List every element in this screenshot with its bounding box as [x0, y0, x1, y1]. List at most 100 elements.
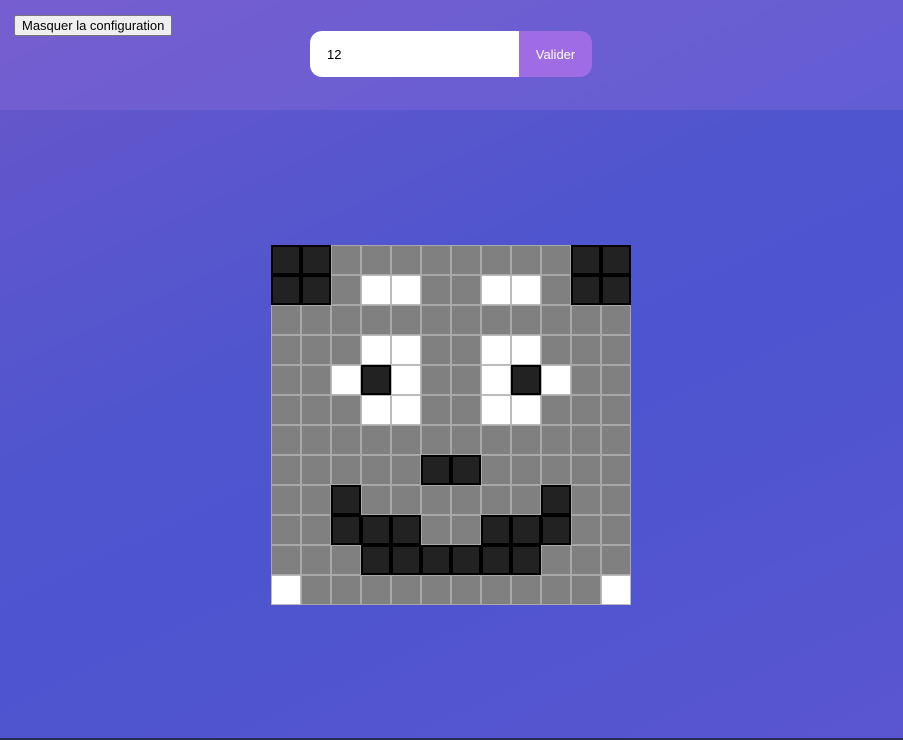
- grid-cell[interactable]: [331, 335, 361, 365]
- grid-cell[interactable]: [601, 365, 631, 395]
- grid-cell[interactable]: [391, 305, 421, 335]
- grid-cell[interactable]: [571, 575, 601, 605]
- grid-cell[interactable]: [481, 485, 511, 515]
- grid-cell[interactable]: [511, 275, 541, 305]
- grid-cell[interactable]: [271, 395, 301, 425]
- grid-cell[interactable]: [331, 575, 361, 605]
- grid-cell[interactable]: [511, 545, 541, 575]
- grid-cell[interactable]: [541, 455, 571, 485]
- grid-cell[interactable]: [361, 485, 391, 515]
- grid-cell[interactable]: [451, 545, 481, 575]
- grid-cell[interactable]: [571, 245, 601, 275]
- grid-cell[interactable]: [511, 305, 541, 335]
- grid-cell[interactable]: [511, 335, 541, 365]
- grid-cell[interactable]: [391, 425, 421, 455]
- grid-cell[interactable]: [361, 575, 391, 605]
- grid-cell[interactable]: [571, 335, 601, 365]
- grid-cell[interactable]: [541, 335, 571, 365]
- grid-cell[interactable]: [451, 575, 481, 605]
- grid-cell[interactable]: [481, 305, 511, 335]
- grid-cell[interactable]: [571, 275, 601, 305]
- grid-cell[interactable]: [331, 485, 361, 515]
- grid-cell[interactable]: [571, 545, 601, 575]
- grid-cell[interactable]: [481, 515, 511, 545]
- grid-cell[interactable]: [451, 365, 481, 395]
- grid-cell[interactable]: [511, 245, 541, 275]
- grid-cell[interactable]: [601, 335, 631, 365]
- grid-cell[interactable]: [481, 455, 511, 485]
- grid-cell[interactable]: [391, 365, 421, 395]
- grid-cell[interactable]: [481, 365, 511, 395]
- grid-cell[interactable]: [331, 545, 361, 575]
- grid-cell[interactable]: [541, 245, 571, 275]
- grid-cell[interactable]: [421, 575, 451, 605]
- grid-cell[interactable]: [391, 455, 421, 485]
- grid-cell[interactable]: [511, 395, 541, 425]
- grid-cell[interactable]: [301, 455, 331, 485]
- grid-cell[interactable]: [451, 515, 481, 545]
- grid-cell[interactable]: [451, 275, 481, 305]
- grid-cell[interactable]: [301, 575, 331, 605]
- grid-cell[interactable]: [481, 575, 511, 605]
- grid-cell[interactable]: [301, 365, 331, 395]
- grid-cell[interactable]: [601, 455, 631, 485]
- grid-cell[interactable]: [451, 425, 481, 455]
- grid-cell[interactable]: [601, 395, 631, 425]
- grid-cell[interactable]: [301, 515, 331, 545]
- grid-cell[interactable]: [301, 425, 331, 455]
- grid-cell[interactable]: [391, 245, 421, 275]
- grid-cell[interactable]: [421, 335, 451, 365]
- grid-cell[interactable]: [271, 485, 301, 515]
- grid-cell[interactable]: [571, 305, 601, 335]
- grid-cell[interactable]: [271, 455, 301, 485]
- grid-cell[interactable]: [451, 485, 481, 515]
- grid-cell[interactable]: [331, 455, 361, 485]
- grid-cell[interactable]: [421, 545, 451, 575]
- grid-cell[interactable]: [271, 335, 301, 365]
- grid-cell[interactable]: [361, 245, 391, 275]
- grid-cell[interactable]: [301, 395, 331, 425]
- grid-cell[interactable]: [271, 545, 301, 575]
- grid-cell[interactable]: [601, 245, 631, 275]
- grid-cell[interactable]: [451, 305, 481, 335]
- grid-cell[interactable]: [421, 395, 451, 425]
- grid-cell[interactable]: [391, 335, 421, 365]
- grid-cell[interactable]: [571, 485, 601, 515]
- grid-cell[interactable]: [571, 365, 601, 395]
- grid-cell[interactable]: [271, 365, 301, 395]
- grid-cell[interactable]: [601, 425, 631, 455]
- grid-cell[interactable]: [571, 515, 601, 545]
- grid-cell[interactable]: [511, 515, 541, 545]
- grid-cell[interactable]: [271, 515, 301, 545]
- grid-cell[interactable]: [421, 245, 451, 275]
- grid-cell[interactable]: [331, 275, 361, 305]
- grid-cell[interactable]: [271, 425, 301, 455]
- grid-cell[interactable]: [511, 455, 541, 485]
- grid-cell[interactable]: [331, 425, 361, 455]
- validate-button[interactable]: Valider: [519, 31, 592, 77]
- grid-cell[interactable]: [301, 545, 331, 575]
- grid-cell[interactable]: [391, 545, 421, 575]
- grid-cell[interactable]: [481, 335, 511, 365]
- grid-cell[interactable]: [481, 245, 511, 275]
- grid-cell[interactable]: [541, 545, 571, 575]
- grid-cell[interactable]: [361, 335, 391, 365]
- grid-cell[interactable]: [601, 575, 631, 605]
- grid-cell[interactable]: [361, 305, 391, 335]
- grid-cell[interactable]: [511, 485, 541, 515]
- grid-cell[interactable]: [271, 245, 301, 275]
- grid-cell[interactable]: [511, 575, 541, 605]
- grid-cell[interactable]: [361, 365, 391, 395]
- grid-cell[interactable]: [601, 305, 631, 335]
- grid-cell[interactable]: [481, 545, 511, 575]
- grid-cell[interactable]: [301, 335, 331, 365]
- grid-cell[interactable]: [301, 485, 331, 515]
- grid-cell[interactable]: [571, 395, 601, 425]
- grid-cell[interactable]: [571, 425, 601, 455]
- grid-cell[interactable]: [361, 395, 391, 425]
- grid-cell[interactable]: [451, 395, 481, 425]
- grid-cell[interactable]: [571, 455, 601, 485]
- grid-cell[interactable]: [391, 575, 421, 605]
- grid-cell[interactable]: [541, 515, 571, 545]
- grid-cell[interactable]: [361, 455, 391, 485]
